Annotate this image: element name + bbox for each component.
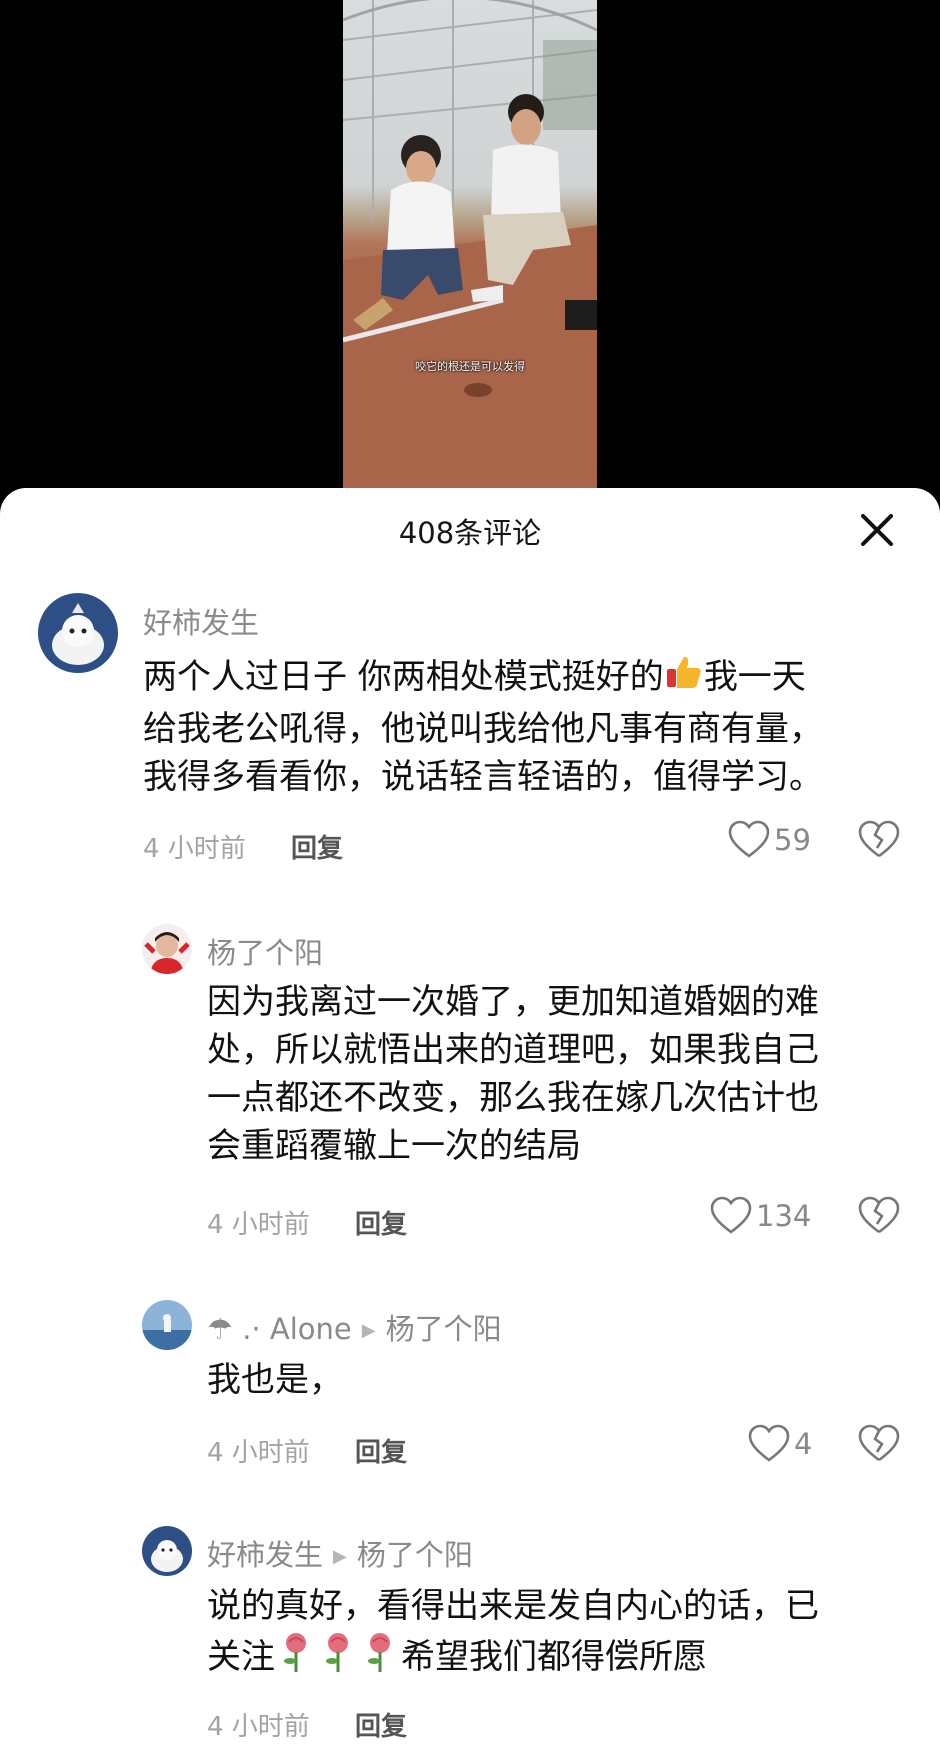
video-player[interactable]: 咬它的根还是可以发得	[0, 0, 940, 500]
comment-text-line: 会重蹈覆辙上一次的结局	[207, 1126, 581, 1166]
reply-to-name[interactable]: 杨了个阳	[357, 1538, 473, 1572]
comment-text: 因为我离过一次婚了，更加知道婚姻的难 处，所以就悟出来的道理吧，如果我自己 一点…	[207, 978, 819, 1170]
reply-button[interactable]: 回复	[291, 828, 343, 865]
like-button[interactable]: 134	[710, 1196, 811, 1236]
broken-heart-icon	[858, 1424, 900, 1462]
like-button[interactable]: 4	[748, 1424, 812, 1464]
dislike-button[interactable]	[858, 1196, 900, 1240]
avatar[interactable]	[142, 1526, 192, 1576]
comment-sheet: 408条评论 好柿发生 两个人过日子 你两相处模式挺好的 我一天 给我老公吼得，他…	[0, 488, 940, 1752]
comment-text-line: 我一天	[703, 657, 806, 697]
comment-time: 4 小时前	[207, 1712, 310, 1742]
like-count: 134	[756, 1199, 812, 1233]
video-scene-image	[343, 0, 597, 490]
rose-emoji	[275, 1630, 317, 1687]
comment-author[interactable]: 好柿发生	[143, 600, 259, 642]
like-count: 4	[794, 1427, 813, 1461]
dislike-button[interactable]	[858, 820, 900, 864]
video-frame[interactable]: 咬它的根还是可以发得	[343, 0, 597, 490]
comment-author[interactable]: ☂ .· Alone ▶ 杨了个阳	[207, 1306, 502, 1348]
comment-text: 说的真好，看得出来是发自内心的话，已 关注 希望我们都得偿所愿	[207, 1582, 819, 1687]
comment-text-line: 一点都还不改变，那么我在嫁几次估计也	[207, 1078, 819, 1118]
comment-text-line: 给我老公吼得，他说叫我给他凡事有商有量，	[143, 709, 823, 749]
comment-text-line: 关注	[207, 1637, 275, 1677]
rose-emoji	[317, 1630, 359, 1687]
rose-emoji	[359, 1630, 401, 1687]
reply-button[interactable]: 回复	[355, 1204, 407, 1241]
heart-icon	[748, 1424, 790, 1462]
like-button[interactable]: 59	[728, 820, 811, 860]
broken-heart-icon	[858, 1196, 900, 1234]
reply-button[interactable]: 回复	[355, 1432, 407, 1469]
comment-text-line: 处，所以就悟出来的道理吧，如果我自己	[207, 1030, 819, 1070]
video-subtitle: 咬它的根还是可以发得	[415, 360, 525, 373]
comment-text-line: 我得多看看你，说话轻言轻语的，值得学习。	[143, 757, 823, 797]
comment-text: 两个人过日子 你两相处模式挺好的 我一天 给我老公吼得，他说叫我给他凡事有商有量，…	[143, 652, 823, 801]
comment-time: 4 小时前	[207, 1210, 310, 1240]
reply-to-name[interactable]: 杨了个阳	[386, 1312, 502, 1346]
reply-arrow-icon: ▶	[361, 1320, 376, 1341]
comment-author[interactable]: 杨了个阳	[207, 930, 323, 972]
broken-heart-icon	[858, 820, 900, 858]
comment-text-line: 我也是，	[207, 1360, 343, 1400]
author-name[interactable]: ☂ .· Alone	[207, 1312, 352, 1346]
comment-text: 我也是，	[207, 1356, 343, 1404]
like-count: 59	[774, 823, 811, 857]
comment-time: 4 小时前	[207, 1438, 310, 1468]
thumbs-up-emoji	[664, 652, 704, 705]
comment-text-line: 两个人过日子 你两相处模式挺好的	[143, 657, 664, 697]
heart-icon	[728, 820, 770, 858]
comment-time: 4 小时前	[143, 834, 246, 864]
heart-icon	[710, 1196, 752, 1234]
close-icon	[861, 514, 893, 546]
comment-count-title: 408条评论	[398, 516, 542, 550]
dislike-button[interactable]	[858, 1424, 900, 1468]
close-button[interactable]	[856, 509, 898, 551]
avatar[interactable]	[142, 924, 192, 974]
author-name[interactable]: 好柿发生	[207, 1538, 323, 1572]
comment-text-line: 希望我们都得偿所愿	[401, 1637, 707, 1677]
avatar[interactable]	[38, 593, 118, 673]
avatar[interactable]	[142, 1300, 192, 1350]
comment-text-line: 说的真好，看得出来是发自内心的话，已	[207, 1586, 819, 1626]
reply-arrow-icon: ▶	[333, 1546, 347, 1567]
comment-author[interactable]: 好柿发生 ▶ 杨了个阳	[207, 1532, 473, 1574]
comment-text-line: 因为我离过一次婚了，更加知道婚姻的难	[207, 982, 819, 1022]
reply-button[interactable]: 回复	[355, 1706, 407, 1743]
